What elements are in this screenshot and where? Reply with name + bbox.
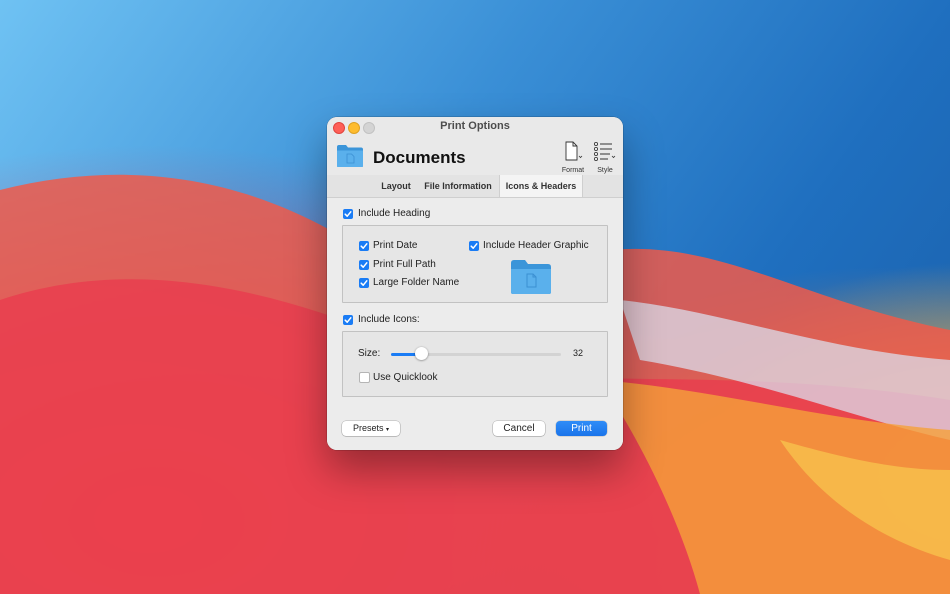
checkmark-icon <box>344 211 352 217</box>
checkmark-icon <box>360 243 368 249</box>
large-folder-name-checkbox[interactable] <box>359 278 369 288</box>
include-header-graphic-checkbox[interactable] <box>469 241 479 251</box>
title-bar: Print Options Documents Format Style <box>327 117 623 175</box>
icon-size-slider[interactable] <box>391 347 561 360</box>
header-graphic-folder-icon <box>511 260 551 294</box>
tab-file-information[interactable]: File Information <box>422 175 494 197</box>
print-full-path-checkbox[interactable] <box>359 260 369 270</box>
format-toolbar-button[interactable]: Format <box>558 141 588 174</box>
folder-icon <box>337 145 363 167</box>
tab-bar: Layout File Information Icons & Headers <box>327 175 623 198</box>
cancel-button[interactable]: Cancel <box>493 421 545 436</box>
slider-knob[interactable] <box>415 347 429 360</box>
style-toolbar-button[interactable]: Style <box>590 141 620 174</box>
size-label: Size: <box>358 348 381 359</box>
print-options-window: Print Options Documents Format Style Lay… <box>327 117 623 450</box>
tab-content: Include Heading Print Date Print Full Pa… <box>327 198 623 450</box>
tab-layout[interactable]: Layout <box>377 175 415 197</box>
include-heading-label: Include Heading <box>358 208 431 219</box>
size-value: 32 <box>573 348 584 358</box>
print-full-path-label: Print Full Path <box>373 259 436 270</box>
chevron-down-icon: ▾ <box>386 427 390 433</box>
include-icons-checkbox[interactable] <box>343 315 353 325</box>
format-label: Format <box>561 167 585 174</box>
checkmark-icon <box>360 280 368 286</box>
checkmark-icon <box>470 243 478 249</box>
document-format-icon <box>565 141 583 161</box>
heading-options-group: Print Date Print Full Path Large Folder … <box>342 225 608 303</box>
list-style-icon <box>593 141 616 161</box>
header-title: Documents <box>373 148 466 167</box>
large-folder-name-label: Large Folder Name <box>373 277 460 288</box>
checkmark-icon <box>344 317 352 323</box>
use-quicklook-checkbox[interactable] <box>359 372 370 383</box>
checkmark-icon <box>360 262 368 268</box>
presets-label: Presets <box>352 423 384 433</box>
use-quicklook-label: Use Quicklook <box>373 372 438 383</box>
include-header-graphic-label: Include Header Graphic <box>483 240 589 251</box>
presets-popup-button[interactable]: Presets ▾ <box>342 421 400 436</box>
icon-options-group: Size: 32 Use Quicklook <box>342 331 608 397</box>
window-title: Print Options <box>440 120 510 132</box>
print-button[interactable]: Print <box>556 421 607 436</box>
style-label: Style <box>597 167 613 174</box>
print-date-label: Print Date <box>373 240 418 251</box>
include-icons-label: Include Icons: <box>358 314 420 325</box>
tab-icons-headers[interactable]: Icons & Headers <box>499 175 583 197</box>
include-heading-checkbox[interactable] <box>343 209 353 219</box>
print-date-checkbox[interactable] <box>359 241 369 251</box>
